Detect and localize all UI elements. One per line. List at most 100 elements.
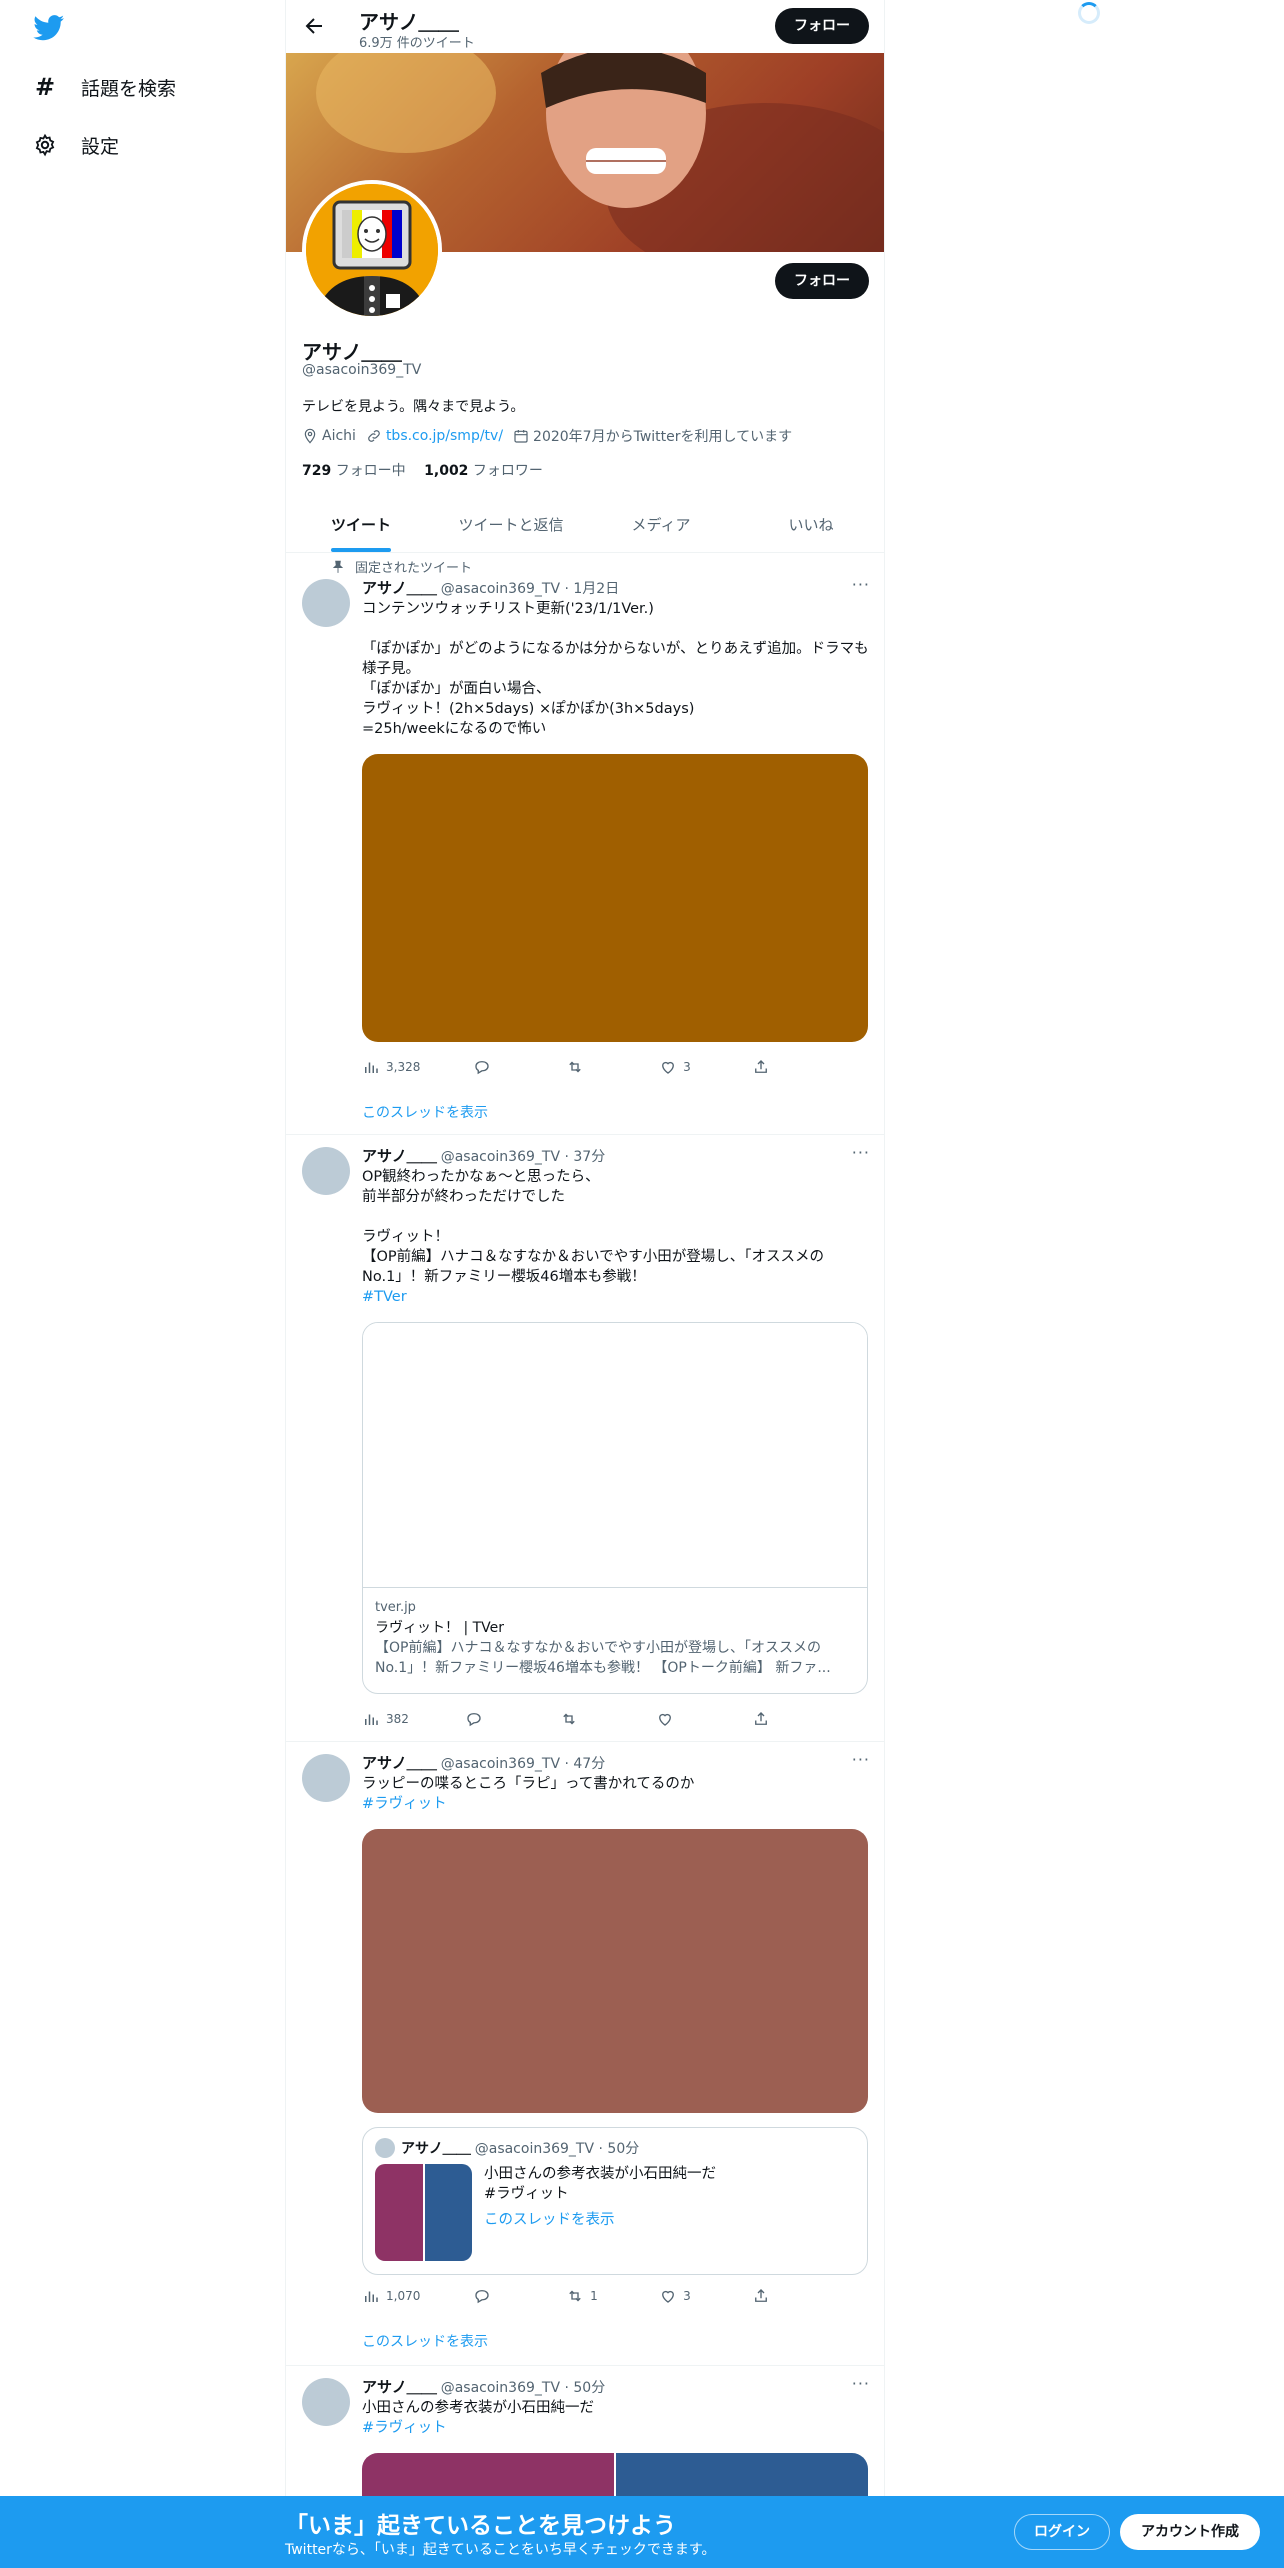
author-name[interactable]: アサノ＿＿ (362, 1754, 437, 1772)
tab-tweets-replies[interactable]: ツイートと返信 (436, 500, 586, 552)
reply-button[interactable] (473, 1058, 513, 1076)
author-name[interactable]: アサノ＿＿ (362, 579, 437, 597)
share-icon (755, 2289, 767, 2302)
link-card-image (363, 1323, 867, 1588)
location-text: Aichi (322, 428, 356, 444)
tab-tweets[interactable]: ツイート (286, 500, 436, 552)
link-card[interactable]: tver.jp ラヴィット！ | TVer 【OP前編】ハナコ＆なすなか＆おいで… (362, 1322, 868, 1694)
following-count: 729 (302, 463, 332, 479)
pinned-indicator: 固定されたツイート (331, 557, 472, 576)
link-card-description: 【OP前編】ハナコ＆なすなか＆おいでやす小田が登場し、「オススメのNo.1」！新… (375, 1640, 831, 1676)
gear-icon (35, 133, 55, 157)
tweet[interactable]: アサノ＿＿ @asacoin369_TV · 37分 ··· OP観終わったかなぁ… (286, 1135, 884, 1742)
share-icon (755, 1712, 767, 1725)
share-icon (755, 1060, 767, 1073)
tweet-media-image[interactable] (362, 1829, 868, 2113)
tab-media[interactable]: メディア (586, 500, 736, 552)
nav-item-label: 設定 (81, 135, 120, 158)
quoted-show-thread-link[interactable]: このスレッドを表示 (484, 2208, 615, 2229)
quoted-hashtag: #ラヴィット (484, 2186, 569, 2202)
views-chart-icon (365, 1714, 378, 1725)
join-date: 2020年7月からTwitterを利用しています (513, 426, 792, 446)
location-pin-icon (304, 428, 316, 444)
views-stat[interactable]: 1,070 (362, 2287, 420, 2305)
header-tweet-count: 6.9万 件のツイート (359, 36, 475, 51)
profile-tabs: ツイート ツイートと返信 メディア いいね (286, 500, 884, 553)
tweet-header: アサノ＿＿ @asacoin369_TV · 47分 (362, 1752, 605, 1773)
twitter-bird-icon[interactable] (33, 15, 65, 41)
like-button[interactable]: 3 (659, 1058, 699, 1076)
avatar[interactable] (302, 1754, 350, 1802)
author-name[interactable]: アサノ＿＿ (362, 2378, 437, 2396)
reply-button[interactable] (465, 1710, 505, 1728)
login-button[interactable]: ログイン (1014, 2514, 1110, 2550)
profile-meta: Aichi tbs.co.jp/smp/tv/ 2020年7月からTwitter… (302, 426, 792, 446)
share-button[interactable] (752, 2287, 792, 2305)
tweet-text: ラッピーの喋るところ「ラピ」って書かれてるのか (362, 1776, 695, 1792)
tweet-text: OP観終わったかなぁ～と思ったら、 前半部分が終わっただけでした ラヴィット！ … (362, 1169, 824, 1285)
share-button[interactable] (752, 1058, 792, 1076)
share-button[interactable] (752, 1710, 792, 1728)
author-name[interactable]: アサノ＿＿ (362, 1147, 437, 1165)
profile-header-bar: アサノ＿＿ 6.9万 件のツイート フォロー (286, 0, 884, 53)
tab-likes[interactable]: いいね (736, 500, 884, 552)
retweet-button[interactable]: 1 (566, 2287, 606, 2305)
views-stat[interactable]: 382 (362, 1710, 409, 1728)
tweet[interactable]: アサノ＿＿ @asacoin369_TV · 47分 ··· ラッピーの喋るところ… (286, 1742, 884, 2366)
retweet-icon (569, 1061, 581, 1073)
reply-button[interactable] (473, 2287, 513, 2305)
quoted-tweet[interactable]: アサノ＿＿ @asacoin369_TV · 50分 小田さんの参考衣装が小石田純… (362, 2127, 868, 2275)
tweet-meta[interactable]: @asacoin369_TV · 47分 (441, 1756, 606, 1772)
quoted-media-thumbnail (375, 2164, 472, 2261)
link-card-title: ラヴィット！ | TVer (375, 1620, 505, 1636)
pinned-label: 固定されたツイート (355, 561, 473, 576)
back-arrow-icon[interactable] (302, 14, 326, 38)
more-options-icon[interactable]: ··· (852, 1143, 870, 1162)
reply-icon (475, 1061, 489, 1075)
quoted-avatar (375, 2138, 395, 2158)
retweet-button[interactable] (560, 1710, 600, 1728)
tweet-header: アサノ＿＿ @asacoin369_TV · 50分 (362, 2376, 605, 2397)
link-card-domain: tver.jp (375, 1600, 416, 1615)
profile-follow-button[interactable]: フォロー (775, 263, 869, 299)
avatar[interactable] (302, 1147, 350, 1195)
loading-spinner-icon (1078, 2, 1100, 24)
hashtag-link[interactable]: #ラヴィット (362, 2418, 872, 2438)
retweet-button[interactable] (566, 1058, 606, 1076)
quoted-image-right (424, 2164, 472, 2261)
tweet-meta[interactable]: @asacoin369_TV · 50分 (441, 2380, 606, 2396)
avatar[interactable] (302, 579, 350, 627)
like-count: 3 (683, 2289, 691, 2303)
hashtag-link[interactable]: #TVer (362, 1287, 872, 1307)
tweet-meta[interactable]: @asacoin369_TV · 37分 (441, 1149, 606, 1165)
show-thread-link[interactable]: このスレッドを表示 (362, 2331, 488, 2351)
hashtag-link[interactable]: #ラヴィット (362, 1794, 872, 1814)
nav-item-explore[interactable]: # 話題を検索 (33, 71, 176, 103)
profile-name: アサノ＿＿ (302, 340, 402, 364)
avatar[interactable] (302, 2378, 350, 2426)
tweet[interactable]: 固定されたツイート アサノ＿＿ @asacoin369_TV · 1月2日 ···… (286, 553, 884, 1135)
nav-item-settings[interactable]: 設定 (33, 129, 119, 161)
tweet-meta[interactable]: @asacoin369_TV · 1月2日 (441, 581, 620, 597)
views-stat[interactable]: 3,328 (362, 1058, 420, 1076)
profile-avatar[interactable] (302, 180, 442, 320)
more-options-icon[interactable]: ··· (852, 1750, 870, 1769)
website-link[interactable]: tbs.co.jp/smp/tv/ (386, 428, 503, 444)
views-count: 382 (386, 1712, 409, 1726)
signup-button[interactable]: アカウント作成 (1120, 2514, 1260, 2550)
follow-stats: 729 フォロー中 1,002 フォロワー (302, 460, 543, 480)
followers-link[interactable]: 1,002 フォロワー (424, 463, 543, 479)
tweet-media-image[interactable] (362, 754, 868, 1042)
header-follow-button[interactable]: フォロー (775, 8, 869, 44)
views-count: 3,328 (386, 1060, 421, 1074)
join-date-text: 2020年7月からTwitterを利用しています (533, 429, 793, 445)
like-button[interactable]: 3 (659, 2287, 699, 2305)
like-button[interactable] (656, 1710, 696, 1728)
following-link[interactable]: 729 フォロー中 (302, 463, 406, 479)
show-thread-link[interactable]: このスレッドを表示 (362, 1102, 488, 1122)
reply-icon (466, 1713, 481, 1727)
more-options-icon[interactable]: ··· (852, 575, 870, 594)
more-options-icon[interactable]: ··· (852, 2374, 870, 2393)
tweet-header: アサノ＿＿ @asacoin369_TV · 1月2日 (362, 577, 619, 598)
nav-item-label: 話題を検索 (81, 77, 177, 100)
